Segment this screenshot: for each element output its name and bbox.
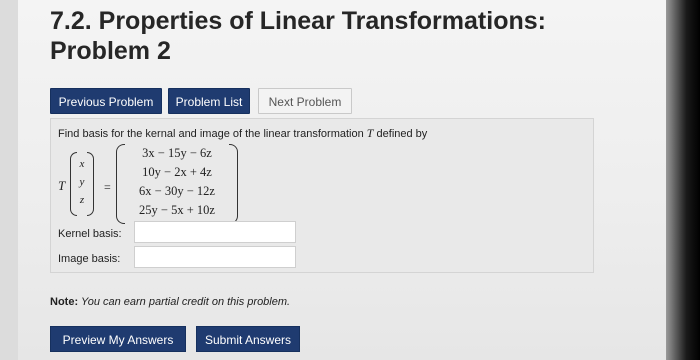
output-vector: 3x − 15y − 6z 10y − 2x + 4z 6x − 30y − 1… [116, 144, 238, 224]
screen-edge [666, 0, 700, 360]
page-title-line2: Problem 2 [50, 37, 171, 65]
preview-answers-button[interactable]: Preview My Answers [50, 326, 186, 352]
note-text: You can earn partial credit on this prob… [78, 296, 291, 308]
output-left-paren [116, 144, 125, 224]
page-title: 7.2. Properties of Linear Transformation… [50, 6, 640, 66]
input-z: z [79, 194, 85, 206]
problem-list-button[interactable]: Problem List [168, 88, 250, 114]
input-vector: x y z [70, 152, 94, 216]
output-row-4: 25y − 5x + 10z [139, 203, 215, 217]
prompt-text-before: Find basis for the kernal and image of t… [58, 128, 367, 140]
output-row-1: 3x − 15y − 6z [142, 146, 212, 160]
note-label: Note: [50, 296, 79, 308]
page-title-line1: 7.2. Properties of Linear Transformation… [50, 7, 546, 35]
page: 7.2. Properties of Linear Transformation… [18, 0, 668, 360]
output-row-2: 10y − 2x + 4z [142, 165, 212, 179]
kernel-basis-input[interactable] [134, 221, 296, 243]
prompt-text-after: defined by [373, 128, 428, 140]
image-basis-input[interactable] [134, 246, 296, 268]
output-row-3: 6x − 30y − 12z [139, 184, 215, 198]
equals-sign: = [104, 180, 111, 194]
kernel-basis-label: Kernel basis: [58, 228, 122, 240]
input-y: y [79, 176, 85, 188]
problem-prompt: Find basis for the kernal and image of t… [58, 126, 427, 141]
input-x: x [79, 158, 85, 170]
transformation-symbol: T [58, 178, 66, 193]
output-right-paren [229, 144, 238, 224]
partial-credit-note: Note: You can earn partial credit on thi… [50, 296, 290, 308]
previous-problem-button[interactable]: Previous Problem [50, 88, 162, 114]
next-problem-button[interactable]: Next Problem [258, 88, 352, 114]
submit-answers-button[interactable]: Submit Answers [196, 326, 300, 352]
image-basis-label: Image basis: [58, 253, 121, 265]
